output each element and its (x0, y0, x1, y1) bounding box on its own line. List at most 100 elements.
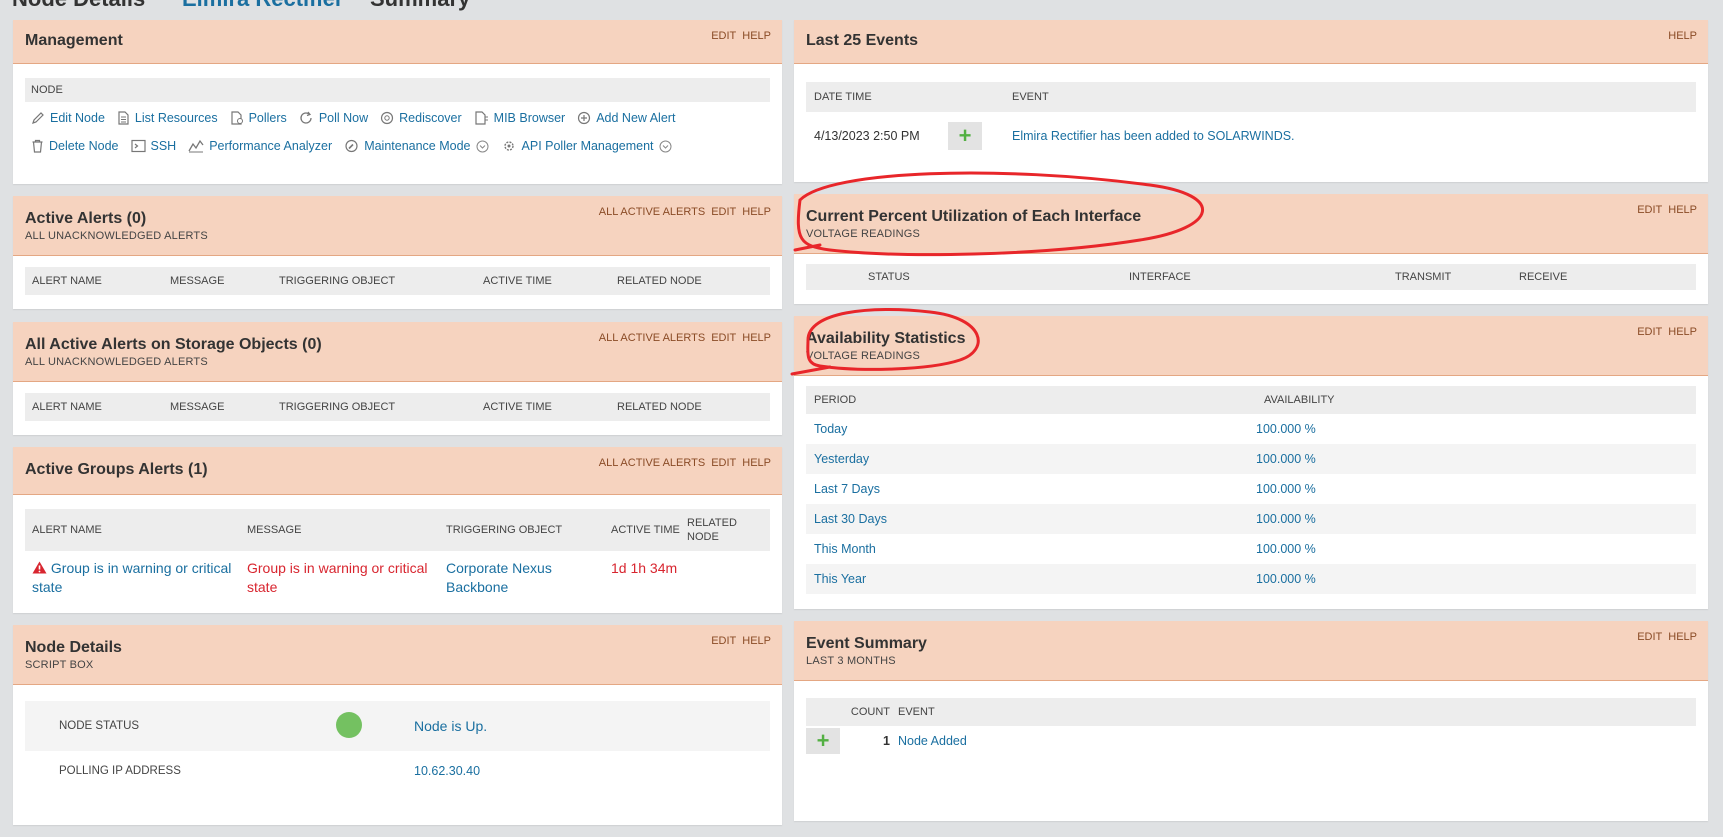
breadcrumb-node-details[interactable]: Node Details (12, 0, 145, 12)
node-section-label: NODE (25, 78, 770, 102)
period-link[interactable]: Yesterday (806, 452, 1256, 466)
table-row: Last 30 Days 100.000 % (806, 504, 1696, 534)
interface-utilization-panel: Current Percent Utilization of Each Inte… (794, 194, 1708, 304)
availability-value[interactable]: 100.000 % (1256, 482, 1316, 496)
polling-ip-value[interactable]: 10.62.30.40 (414, 764, 480, 778)
active-alerts-table-header: ALERT NAME MESSAGE TRIGGERING OBJECT ACT… (25, 267, 770, 295)
node-details-title: Node Details (25, 639, 122, 656)
group-alerts-actions: ALL ACTIVE ALERTS EDIT HELP (599, 457, 771, 469)
triggering-object-link[interactable]: Corporate Nexus Backbone (439, 559, 604, 597)
availability-header: Availability Statistics VOLTAGE READINGS… (794, 316, 1708, 376)
help-button[interactable]: HELP (742, 457, 771, 469)
edit-button[interactable]: EDIT (1637, 326, 1662, 338)
maintenance-mode-link[interactable]: Maintenance Mode (344, 139, 489, 153)
api-poller-management-link[interactable]: API Poller Management (501, 139, 672, 153)
management-header: Management EDIT HELP (13, 20, 782, 64)
node-details-panel: Node Details SCRIPT BOX EDIT HELP NODE S… (13, 625, 782, 825)
management-actions-row-1: Edit Node List Resources Pollers Poll No… (25, 104, 770, 132)
group-alerts-table-header: ALERT NAME MESSAGE TRIGGERING OBJECT ACT… (25, 509, 770, 551)
rediscover-link[interactable]: Rediscover (380, 111, 462, 125)
period-link[interactable]: Last 30 Days (806, 512, 1256, 526)
node-details-actions: EDIT HELP (711, 635, 771, 647)
help-button[interactable]: HELP (1668, 326, 1697, 338)
period-link[interactable]: This Month (806, 542, 1256, 556)
help-button[interactable]: HELP (742, 206, 771, 218)
status-indicator (336, 711, 414, 741)
group-alerts-header: Active Groups Alerts (1) ALL ACTIVE ALER… (13, 447, 782, 495)
availability-value[interactable]: 100.000 % (1256, 452, 1316, 466)
event-summary-actions: EDIT HELP (1637, 631, 1697, 643)
node-status-value[interactable]: Node is Up. (414, 718, 487, 734)
help-button[interactable]: HELP (742, 635, 771, 647)
list-resources-link[interactable]: List Resources (117, 111, 218, 125)
mib-browser-link[interactable]: MIB Browser (474, 111, 565, 125)
table-row: Yesterday 100.000 % (806, 444, 1696, 474)
all-active-alerts-link[interactable]: ALL ACTIVE ALERTS (599, 332, 705, 344)
alert-name-link[interactable]: Group is in warning or critical state (25, 559, 240, 597)
management-actions: EDIT HELP (711, 30, 771, 42)
availability-value[interactable]: 100.000 % (1256, 422, 1316, 436)
terminal-icon (130, 139, 146, 153)
document-icon (118, 111, 129, 125)
last-events-title: Last 25 Events (806, 32, 919, 49)
table-row: 4/13/2023 2:50 PM + Elmira Rectifier has… (806, 112, 1696, 160)
help-button[interactable]: HELP (742, 332, 771, 344)
edit-button[interactable]: EDIT (711, 206, 736, 218)
help-button[interactable]: HELP (1668, 30, 1697, 42)
availability-actions: EDIT HELP (1637, 326, 1697, 338)
breadcrumb-node-name[interactable]: Elmira Rectifier (182, 0, 343, 12)
period-link[interactable]: Today (806, 422, 1256, 436)
period-link[interactable]: This Year (806, 572, 1256, 586)
table-row: This Year 100.000 % (806, 564, 1696, 594)
event-type-link[interactable]: Node Added (898, 734, 967, 748)
event-date: 4/13/2023 2:50 PM (814, 129, 920, 143)
availability-value[interactable]: 100.000 % (1256, 512, 1316, 526)
last-events-panel: Last 25 Events HELP DATE TIME EVENT 4/13… (794, 20, 1708, 182)
polling-ip-row: POLLING IP ADDRESS 10.62.30.40 (25, 751, 770, 791)
ssh-link[interactable]: SSH (130, 139, 176, 153)
management-panel: Management EDIT HELP NODE Edit Node List… (13, 20, 782, 184)
event-added-icon: + (948, 122, 982, 150)
active-alerts-panel: Active Alerts (0) ALL UNACKNOWLEDGED ALE… (13, 196, 782, 309)
all-active-alerts-link[interactable]: ALL ACTIVE ALERTS (599, 457, 705, 469)
edit-button[interactable]: EDIT (711, 635, 736, 647)
last-events-table-header: DATE TIME EVENT (806, 82, 1696, 112)
pencil-icon (32, 112, 44, 124)
edit-button[interactable]: EDIT (711, 332, 736, 344)
interface-utilization-subtitle: VOLTAGE READINGS (806, 228, 921, 240)
wrench-icon (345, 139, 358, 153)
storage-alerts-subtitle: ALL UNACKNOWLEDGED ALERTS (25, 356, 208, 368)
availability-value[interactable]: 100.000 % (1256, 572, 1316, 586)
help-button[interactable]: HELP (742, 30, 771, 42)
rediscover-icon (381, 111, 394, 125)
edit-button[interactable]: EDIT (1637, 631, 1662, 643)
node-details-header: Node Details SCRIPT BOX EDIT HELP (13, 625, 782, 685)
mib-browser-icon (475, 111, 488, 125)
edit-button[interactable]: EDIT (711, 457, 736, 469)
group-alerts-panel: Active Groups Alerts (1) ALL ACTIVE ALER… (13, 447, 782, 613)
help-button[interactable]: HELP (1668, 631, 1697, 643)
event-message-link[interactable]: Elmira Rectifier has been added to SOLAR… (1012, 129, 1295, 143)
add-new-alert-link[interactable]: Add New Alert (577, 111, 675, 125)
all-active-alerts-link[interactable]: ALL ACTIVE ALERTS (599, 206, 705, 218)
interface-utilization-header: Current Percent Utilization of Each Inte… (794, 194, 1708, 254)
edit-node-link[interactable]: Edit Node (31, 111, 105, 125)
pollers-link[interactable]: Pollers (230, 111, 287, 125)
event-summary-subtitle: LAST 3 MONTHS (806, 655, 896, 667)
refresh-icon (300, 111, 312, 124)
performance-analyzer-link[interactable]: Performance Analyzer (188, 139, 332, 153)
edit-button[interactable]: EDIT (1637, 204, 1662, 216)
chevron-down-icon[interactable] (659, 140, 672, 153)
pollers-icon (230, 111, 243, 125)
warning-icon (32, 561, 47, 574)
chevron-down-icon[interactable] (476, 140, 489, 153)
availability-table-header: PERIOD AVAILABILITY (806, 386, 1696, 414)
table-row: Group is in warning or critical state Gr… (25, 551, 770, 597)
node-status-row: NODE STATUS Node is Up. (25, 701, 770, 751)
period-link[interactable]: Last 7 Days (806, 482, 1256, 496)
help-button[interactable]: HELP (1668, 204, 1697, 216)
delete-node-link[interactable]: Delete Node (31, 139, 119, 153)
poll-now-link[interactable]: Poll Now (299, 111, 368, 125)
availability-value[interactable]: 100.000 % (1256, 542, 1316, 556)
edit-button[interactable]: EDIT (711, 30, 736, 42)
